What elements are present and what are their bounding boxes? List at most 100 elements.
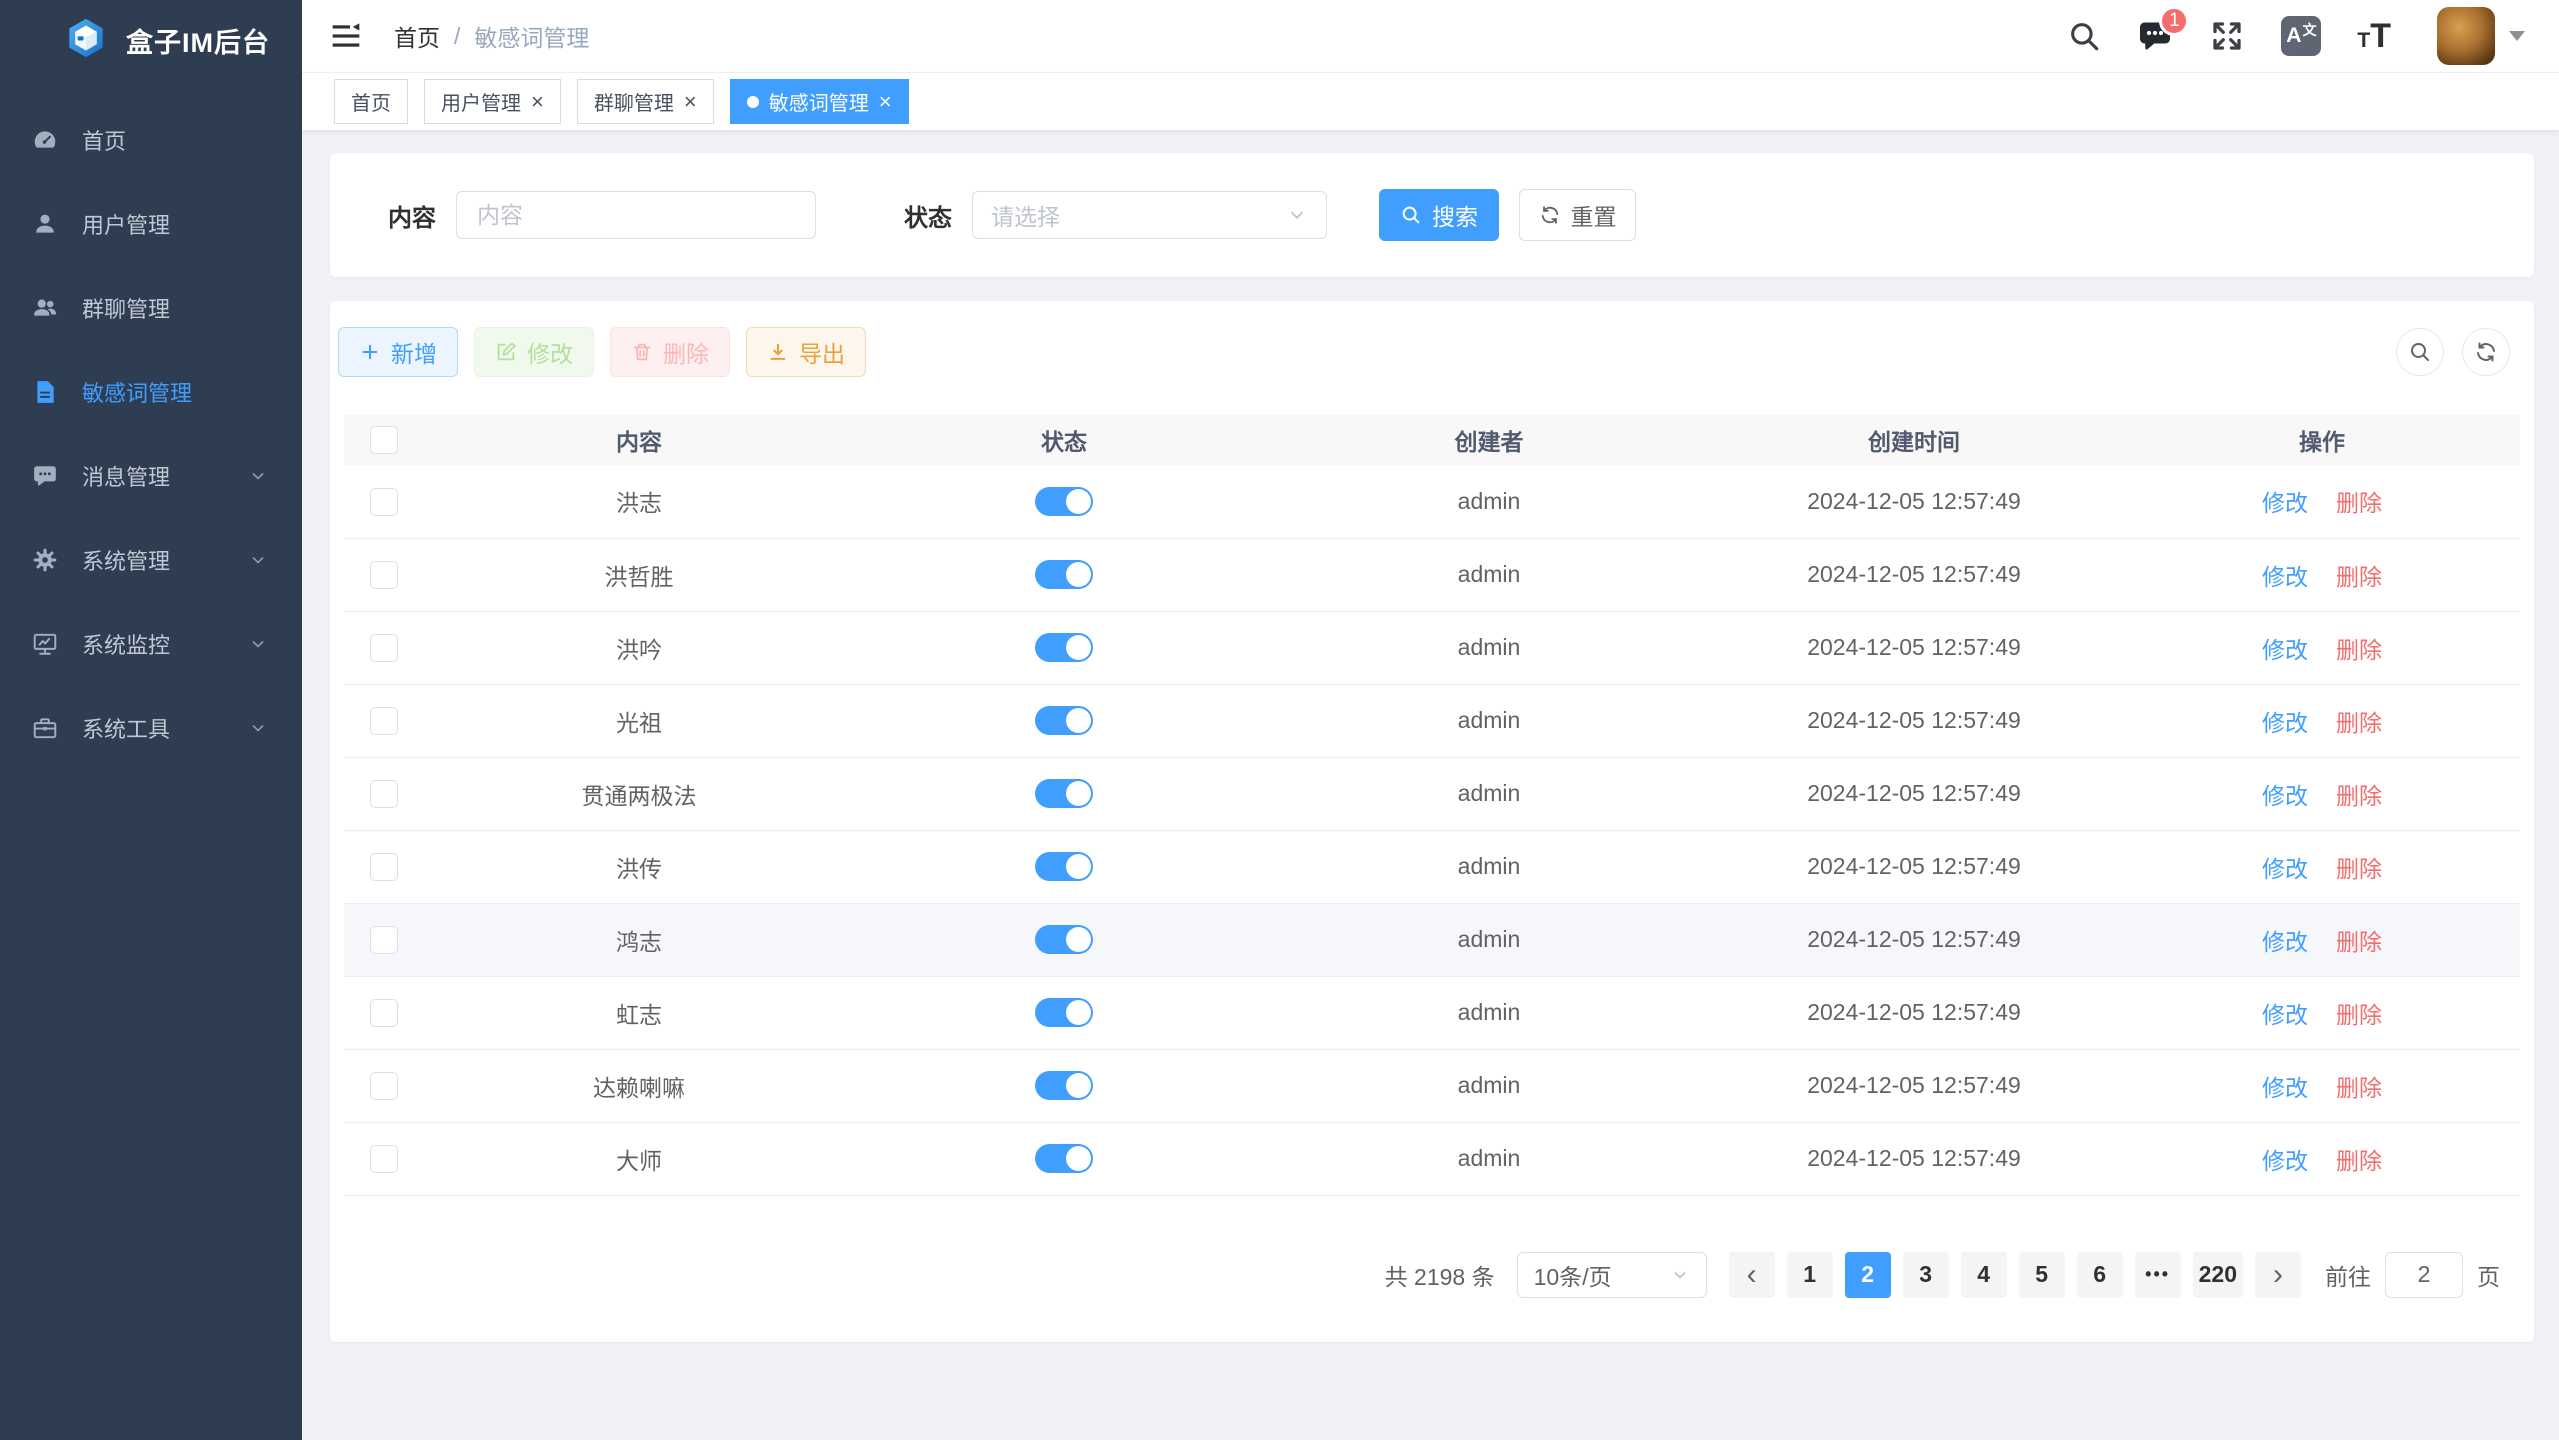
add-button[interactable]: 新增 — [338, 327, 458, 377]
edit-link[interactable]: 修改 — [2262, 929, 2308, 955]
delete-link[interactable]: 删除 — [2336, 929, 2382, 955]
fullscreen-icon[interactable] — [2209, 18, 2245, 54]
sidebar-item-monitor[interactable]: 系统监控 — [0, 602, 302, 686]
sidebar-item-groups[interactable]: 群聊管理 — [0, 266, 302, 350]
edit-link[interactable]: 修改 — [2262, 1002, 2308, 1028]
row-checkbox[interactable] — [370, 780, 398, 808]
goto-unit: 页 — [2477, 1258, 2500, 1292]
pager-page-220[interactable]: 220 — [2193, 1252, 2243, 1298]
sidebar-item-messages[interactable]: 消息管理 — [0, 434, 302, 518]
row-checkbox[interactable] — [370, 561, 398, 589]
pager-ellipsis[interactable]: ••• — [2135, 1252, 2181, 1298]
row-checkbox[interactable] — [370, 1072, 398, 1100]
row-checkbox[interactable] — [370, 999, 398, 1027]
pager-page-4[interactable]: 4 — [1961, 1252, 2007, 1298]
cell-created-at: 2024-12-05 12:57:49 — [1704, 611, 2124, 684]
close-icon[interactable]: × — [531, 91, 544, 113]
status-toggle[interactable] — [1035, 925, 1093, 954]
edit-link[interactable]: 修改 — [2262, 637, 2308, 663]
export-button[interactable]: 导出 — [746, 327, 866, 377]
edit-link[interactable]: 修改 — [2262, 856, 2308, 882]
header-search-icon[interactable] — [2067, 19, 2101, 53]
status-toggle[interactable] — [1035, 779, 1093, 808]
sidebar-item-system[interactable]: 系统管理 — [0, 518, 302, 602]
pager-page-2[interactable]: 2 — [1845, 1252, 1891, 1298]
status-toggle[interactable] — [1035, 1071, 1093, 1100]
row-checkbox[interactable] — [370, 634, 398, 662]
delete-link[interactable]: 删除 — [2336, 1148, 2382, 1174]
close-icon[interactable]: × — [684, 91, 697, 113]
tab-sensitive-words[interactable]: 敏感词管理 × — [730, 79, 909, 124]
edit-link[interactable]: 修改 — [2262, 1075, 2308, 1101]
cell-creator: admin — [1274, 830, 1704, 903]
edit-link[interactable]: 修改 — [2262, 783, 2308, 809]
status-toggle[interactable] — [1035, 706, 1093, 735]
delete-link[interactable]: 删除 — [2336, 1002, 2382, 1028]
page-content: 内容 状态 请选择 搜索 重 — [302, 131, 2559, 1440]
breadcrumb-home[interactable]: 首页 — [394, 19, 440, 53]
status-toggle[interactable] — [1035, 633, 1093, 662]
tab-users[interactable]: 用户管理 × — [424, 79, 561, 124]
message-icon — [32, 463, 58, 489]
pager-page-3[interactable]: 3 — [1903, 1252, 1949, 1298]
status-toggle[interactable] — [1035, 1144, 1093, 1173]
table-row: 洪志 admin 2024-12-05 12:57:49 修改删除 — [344, 465, 2520, 538]
sidebar-item-users[interactable]: 用户管理 — [0, 182, 302, 266]
table-row: 鸿志 admin 2024-12-05 12:57:49 修改删除 — [344, 903, 2520, 976]
delete-link[interactable]: 删除 — [2336, 710, 2382, 736]
row-checkbox[interactable] — [370, 926, 398, 954]
pager-page-6[interactable]: 6 — [2077, 1252, 2123, 1298]
row-checkbox[interactable] — [370, 1145, 398, 1173]
delete-link[interactable]: 删除 — [2336, 856, 2382, 882]
monitor-icon — [32, 631, 58, 657]
user-menu[interactable] — [2437, 7, 2525, 65]
pager-page-1[interactable]: 1 — [1787, 1252, 1833, 1298]
pager-next[interactable]: › — [2255, 1252, 2301, 1298]
avatar[interactable] — [2437, 7, 2495, 65]
delete-link[interactable]: 删除 — [2336, 637, 2382, 663]
edit-link[interactable]: 修改 — [2262, 490, 2308, 516]
edit-link[interactable]: 修改 — [2262, 1148, 2308, 1174]
user-icon — [32, 211, 58, 237]
edit-button[interactable]: 修改 — [474, 327, 594, 377]
language-icon[interactable]: A文 — [2281, 16, 2321, 56]
delete-link[interactable]: 删除 — [2336, 490, 2382, 516]
table-search-icon[interactable] — [2396, 328, 2444, 376]
content-filter-input[interactable] — [456, 191, 816, 239]
pager-prev[interactable]: ‹ — [1729, 1252, 1775, 1298]
reset-button[interactable]: 重置 — [1519, 189, 1636, 241]
sensitive-words-table: 内容 状态 创建者 创建时间 操作 洪志 admin 2024-12-05 12… — [344, 415, 2520, 1196]
pager-page-5[interactable]: 5 — [2019, 1252, 2065, 1298]
goto-page-input[interactable] — [2385, 1252, 2463, 1298]
row-checkbox[interactable] — [370, 853, 398, 881]
goto-page: 前往 页 — [2325, 1252, 2500, 1298]
font-size-icon[interactable]: TT — [2357, 17, 2391, 56]
status-toggle[interactable] — [1035, 487, 1093, 516]
sidebar-item-sensitive-words[interactable]: 敏感词管理 — [0, 350, 302, 434]
delete-button[interactable]: 删除 — [610, 327, 730, 377]
status-filter-select[interactable]: 请选择 — [972, 191, 1327, 239]
filter-panel: 内容 状态 请选择 搜索 重 — [330, 153, 2534, 277]
delete-link[interactable]: 删除 — [2336, 783, 2382, 809]
cell-created-at: 2024-12-05 12:57:49 — [1704, 465, 2124, 538]
delete-link[interactable]: 删除 — [2336, 1075, 2382, 1101]
tab-groups[interactable]: 群聊管理 × — [577, 79, 714, 124]
edit-link[interactable]: 修改 — [2262, 710, 2308, 736]
sidebar-item-tools[interactable]: 系统工具 — [0, 686, 302, 770]
table-refresh-icon[interactable] — [2462, 328, 2510, 376]
select-all-checkbox[interactable] — [370, 426, 398, 454]
edit-link[interactable]: 修改 — [2262, 564, 2308, 590]
delete-link[interactable]: 删除 — [2336, 564, 2382, 590]
messages-icon[interactable]: 1 — [2137, 18, 2173, 54]
close-icon[interactable]: × — [879, 91, 892, 113]
row-checkbox[interactable] — [370, 488, 398, 516]
status-toggle[interactable] — [1035, 852, 1093, 881]
sidebar-collapse-icon[interactable] — [330, 20, 362, 52]
search-button[interactable]: 搜索 — [1379, 189, 1499, 241]
status-toggle[interactable] — [1035, 998, 1093, 1027]
status-toggle[interactable] — [1035, 560, 1093, 589]
page-size-select[interactable]: 10条/页 — [1517, 1252, 1707, 1298]
tab-home[interactable]: 首页 — [334, 79, 408, 124]
sidebar-item-home[interactable]: 首页 — [0, 98, 302, 182]
row-checkbox[interactable] — [370, 707, 398, 735]
